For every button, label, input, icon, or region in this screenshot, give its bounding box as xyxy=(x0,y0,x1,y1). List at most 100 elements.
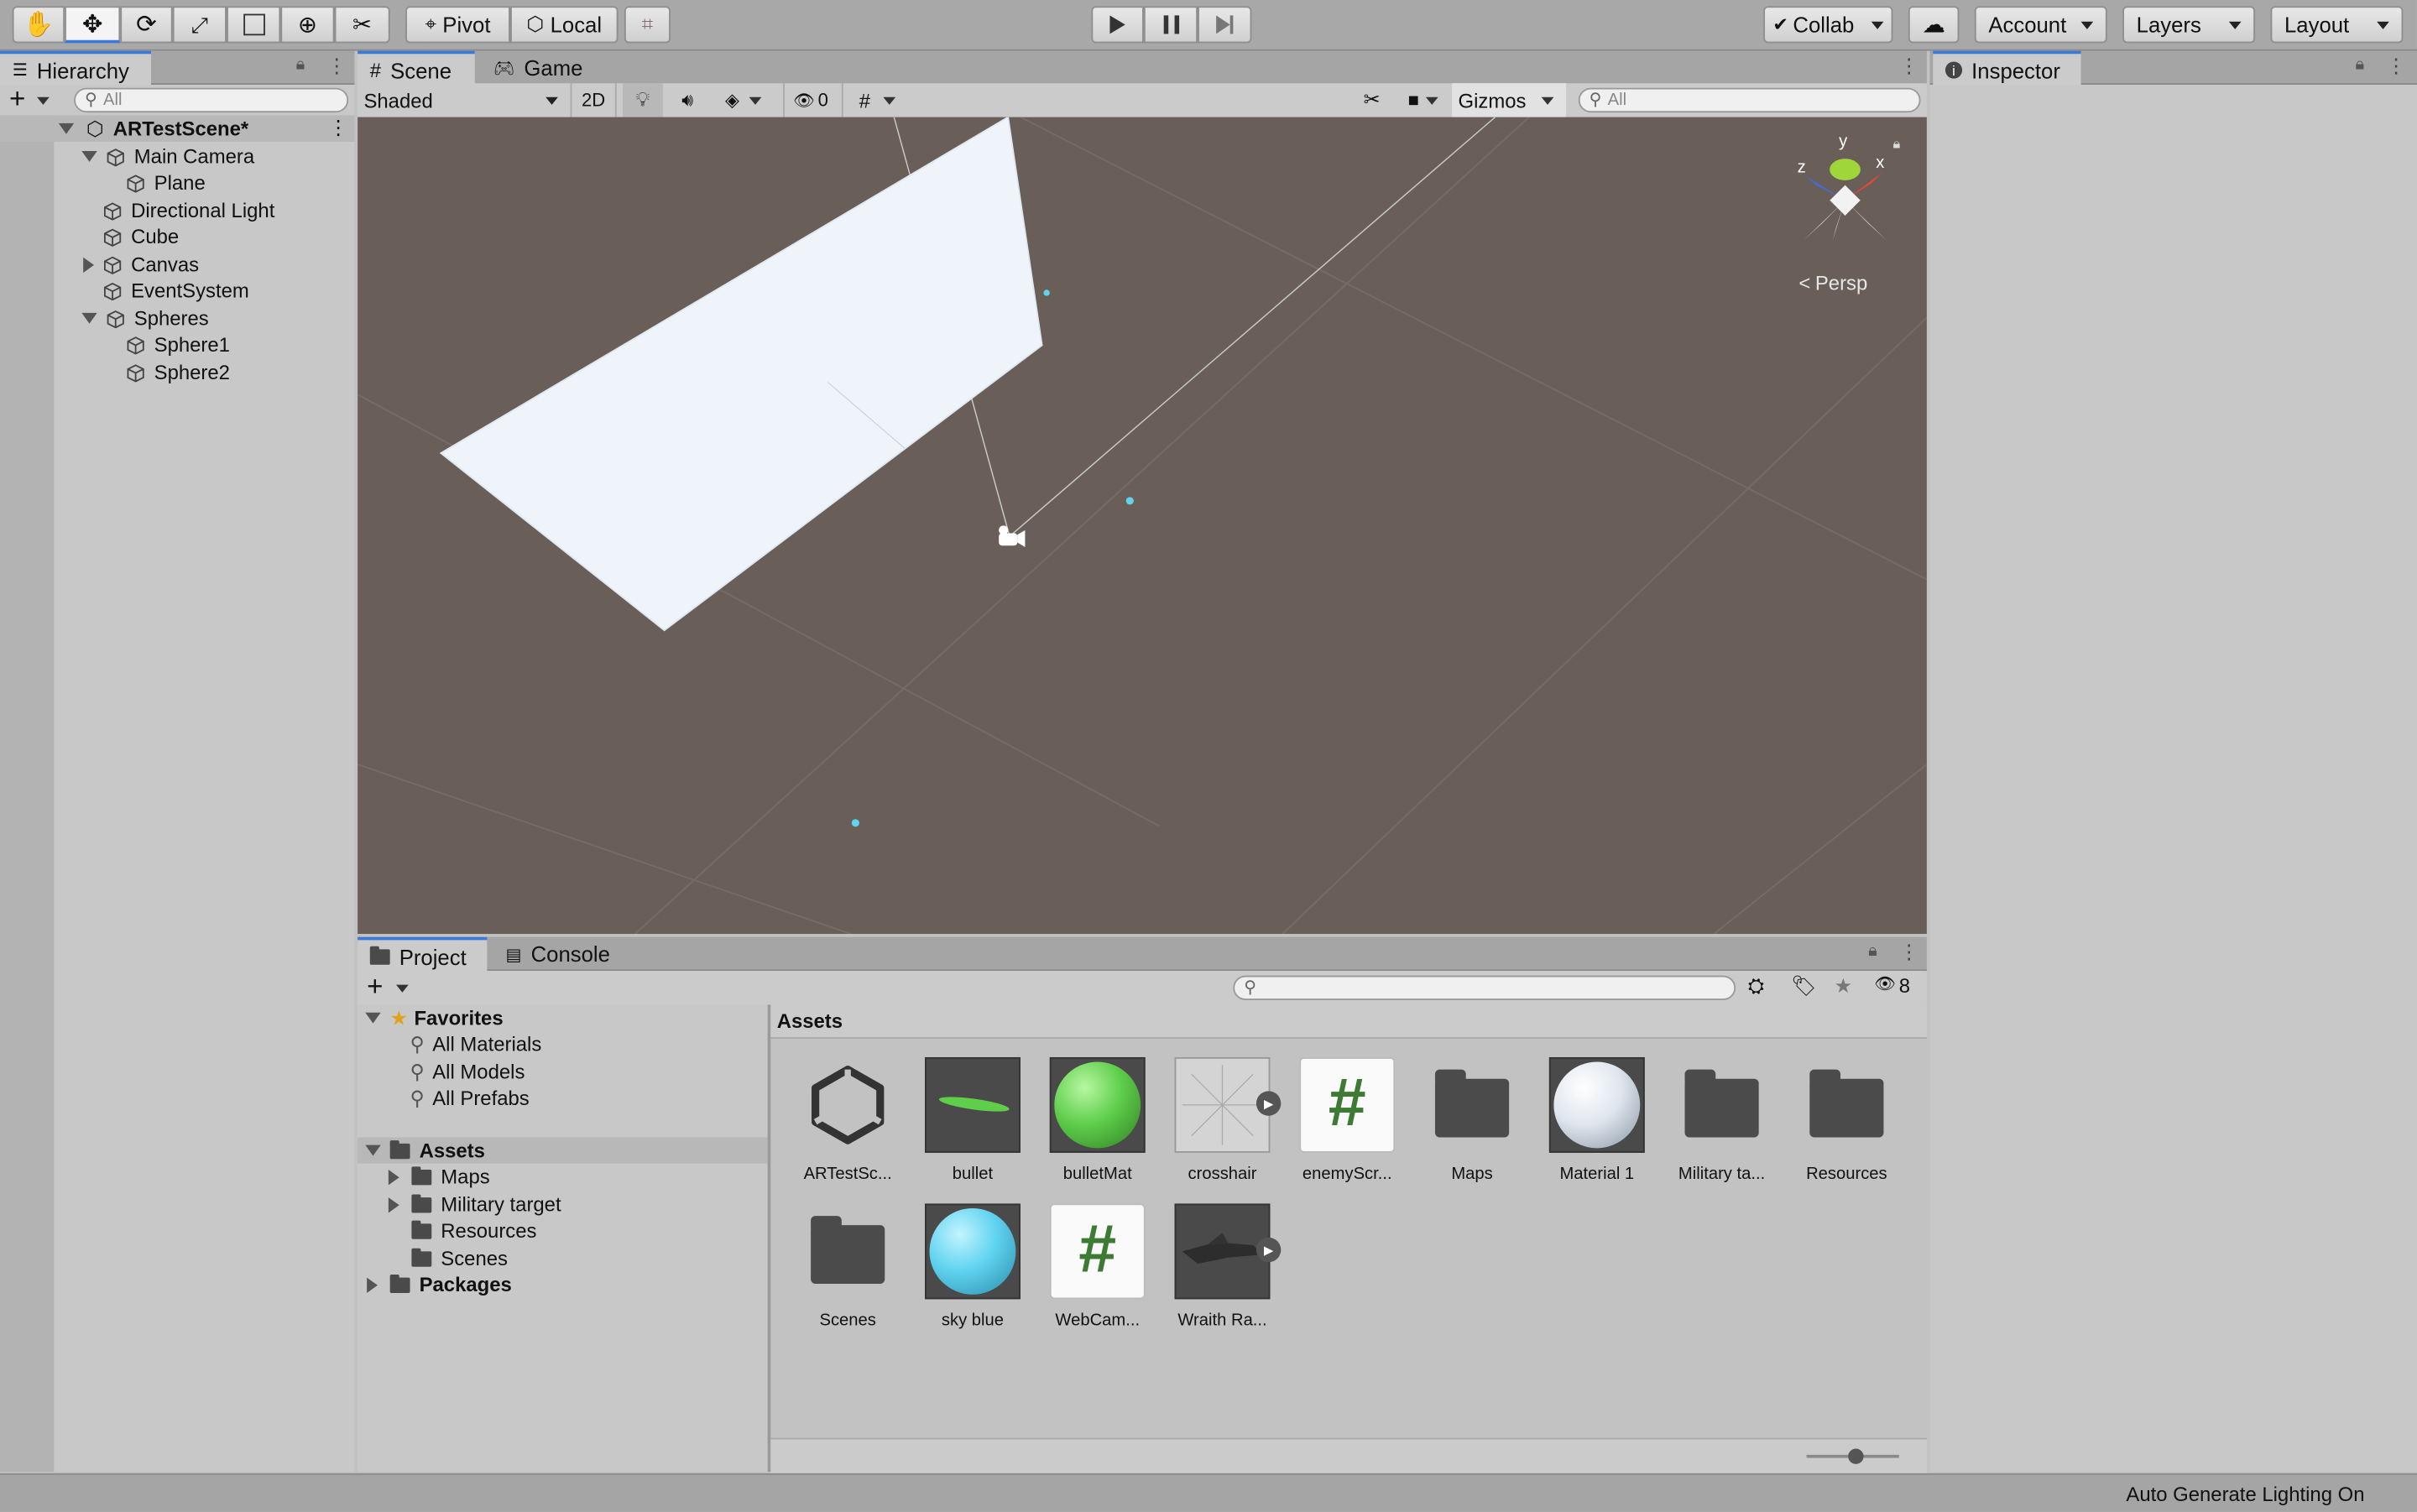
tools-toggle[interactable]: ✂ xyxy=(1354,83,1391,117)
tab-hierarchy[interactable]: ☰ Hierarchy xyxy=(0,50,151,86)
camera-settings-dropdown[interactable]: ■ xyxy=(1396,83,1449,117)
tab-console[interactable]: ▤ Console xyxy=(493,937,623,971)
step-button[interactable] xyxy=(1198,6,1252,44)
assets-root-row[interactable]: Assets xyxy=(358,1137,768,1164)
rect-tool-button[interactable] xyxy=(226,6,281,44)
asset-folder-resources[interactable]: Resources xyxy=(1785,1057,1908,1184)
favorite-all-models[interactable]: ⚲ All Models xyxy=(410,1059,525,1085)
gizmo-lock-icon[interactable]: 🔒︎ xyxy=(1892,136,1900,153)
local-toggle[interactable]: ⬡ Local xyxy=(509,6,619,44)
hierarchy-item-canvas[interactable]: Canvas xyxy=(0,251,199,277)
layers-dropdown[interactable]: Layers xyxy=(2122,6,2256,44)
mode-2d-toggle[interactable]: 2D xyxy=(570,83,617,117)
scene-row[interactable]: ⬡ ARTestScene* ⋮ xyxy=(0,115,355,142)
hierarchy-item-directional-light[interactable]: Directional Light xyxy=(0,197,274,223)
asset-artestscene[interactable]: ARTestSc... xyxy=(786,1057,910,1184)
asset-webcam-script[interactable]: # WebCam... xyxy=(1036,1203,1159,1330)
asset-bullet[interactable]: bullet xyxy=(911,1056,1034,1184)
expand-arrow-icon[interactable] xyxy=(58,123,75,134)
scale-tool-button[interactable]: ⤢ xyxy=(172,6,227,44)
effects-toggle[interactable]: ◈ xyxy=(713,83,774,117)
favorites-row[interactable]: ★ Favorites xyxy=(358,1005,768,1031)
play-preview-icon[interactable]: ▶ xyxy=(1255,1237,1282,1263)
more-menu-icon[interactable]: ⋮ xyxy=(1899,940,1919,964)
grid-toggle[interactable]: # xyxy=(841,83,911,117)
custom-tool-button[interactable]: ✂ xyxy=(334,6,390,44)
tab-game[interactable]: 🎮︎ Game xyxy=(481,51,604,85)
pause-button[interactable] xyxy=(1143,6,1198,44)
cloud-button[interactable]: ☁ xyxy=(1908,6,1960,44)
slider-thumb[interactable] xyxy=(1848,1448,1864,1464)
collapse-arrow-icon[interactable] xyxy=(83,256,95,273)
pivot-toggle[interactable]: ⌖ Pivot xyxy=(405,6,510,44)
lock-icon[interactable]: 🔒︎ xyxy=(2355,55,2364,76)
tree-folder-scenes[interactable]: Scenes xyxy=(411,1245,508,1271)
expand-arrow-icon[interactable] xyxy=(81,150,97,162)
favorite-all-prefabs[interactable]: ⚲ All Prefabs xyxy=(410,1085,530,1111)
add-dropdown-icon[interactable] xyxy=(37,96,50,105)
collapse-arrow-icon[interactable] xyxy=(388,1197,399,1212)
tab-project[interactable]: Project xyxy=(358,936,488,972)
more-menu-icon[interactable]: ⋮ xyxy=(326,54,347,78)
more-menu-icon[interactable]: ⋮ xyxy=(1899,54,1919,78)
asset-folder-maps[interactable]: Maps xyxy=(1411,1057,1534,1184)
hierarchy-item-cube[interactable]: Cube xyxy=(0,223,179,249)
hierarchy-search-input[interactable]: All xyxy=(74,87,349,113)
rotate-tool-button[interactable]: ⟳ xyxy=(120,6,173,44)
snap-button[interactable]: ⌗ xyxy=(624,6,671,44)
asset-folder-scenes[interactable]: Scenes xyxy=(786,1203,910,1330)
hierarchy-item-sphere2[interactable]: Sphere2 xyxy=(0,359,230,385)
hierarchy-item-eventsystem[interactable]: EventSystem xyxy=(0,278,249,304)
projection-toggle[interactable]: < Persp xyxy=(1798,271,1867,295)
audio-toggle[interactable]: 🔊︎ xyxy=(669,83,706,117)
icon-size-slider[interactable] xyxy=(1806,1448,1899,1464)
play-preview-icon[interactable]: ▶ xyxy=(1255,1091,1282,1116)
tree-folder-military-target[interactable]: Military target xyxy=(388,1191,561,1217)
breadcrumb-assets[interactable]: Assets xyxy=(777,1009,843,1033)
layout-dropdown[interactable]: Layout xyxy=(2270,6,2404,44)
orientation-gizmo[interactable]: y z x xyxy=(1791,133,1899,277)
tab-inspector[interactable]: i Inspector xyxy=(1933,50,2081,86)
label-tag-icon[interactable]: 🏷︎ xyxy=(1791,974,1816,998)
hierarchy-item-spheres[interactable]: Spheres xyxy=(0,305,209,331)
favorite-star-icon[interactable]: ★ xyxy=(1835,974,1852,998)
scene-menu-icon[interactable]: ⋮ xyxy=(328,116,348,140)
asset-wraith-raider[interactable]: ▶ Wraith Ra... xyxy=(1161,1203,1284,1330)
hand-tool-button[interactable]: ✋ xyxy=(12,6,65,44)
status-text[interactable]: Auto Generate Lighting On xyxy=(2126,1483,2364,1506)
expand-arrow-icon[interactable] xyxy=(365,1144,381,1156)
asset-enemyscript[interactable]: # enemyScr... xyxy=(1286,1056,1409,1184)
filter-by-type-icon[interactable]: ⛭ xyxy=(1748,974,1764,998)
collapse-arrow-icon[interactable] xyxy=(388,1169,399,1185)
favorite-all-materials[interactable]: ⚲ All Materials xyxy=(410,1031,542,1057)
hidden-packages-toggle[interactable]: 👁︎ 8 xyxy=(1874,974,1910,998)
hidden-objects-toggle[interactable]: 👁︎ 0 xyxy=(783,83,837,117)
asset-bulletmat[interactable]: bulletMat xyxy=(1036,1056,1159,1184)
shading-mode-dropdown[interactable]: Shaded xyxy=(363,86,557,114)
play-button[interactable] xyxy=(1091,6,1144,44)
expand-arrow-icon[interactable] xyxy=(365,1012,381,1024)
packages-row[interactable]: Packages xyxy=(358,1271,512,1297)
transform-tool-button[interactable]: ⊕ xyxy=(280,6,335,44)
add-dropdown-icon[interactable] xyxy=(396,984,409,993)
hierarchy-item-plane[interactable]: Plane xyxy=(0,169,206,196)
gizmos-dropdown[interactable]: Gizmos xyxy=(1452,83,1567,117)
hierarchy-item-main-camera[interactable]: Main Camera xyxy=(0,143,254,169)
account-dropdown[interactable]: Account xyxy=(1974,6,2107,44)
hierarchy-item-sphere1[interactable]: Sphere1 xyxy=(0,331,230,357)
scene-search-input[interactable]: All xyxy=(1578,87,1921,113)
lighting-toggle[interactable]: 💡︎ xyxy=(623,83,663,117)
scene-viewport[interactable]: y z x 🔒︎ < Persp xyxy=(358,117,1927,935)
more-menu-icon[interactable]: ⋮ xyxy=(2386,54,2406,78)
project-search-input[interactable] xyxy=(1233,975,1736,1001)
tree-folder-resources[interactable]: Resources xyxy=(411,1217,536,1243)
tree-folder-maps[interactable]: Maps xyxy=(388,1164,490,1190)
lock-icon[interactable]: 🔒︎ xyxy=(296,55,305,76)
asset-folder-military-target[interactable]: Military ta... xyxy=(1660,1057,1783,1184)
asset-sky-blue[interactable]: sky blue xyxy=(911,1203,1034,1330)
asset-material-1[interactable]: Material 1 xyxy=(1535,1056,1658,1184)
lock-icon[interactable]: 🔒︎ xyxy=(1868,941,1877,962)
add-icon[interactable]: + xyxy=(9,83,25,116)
expand-arrow-icon[interactable] xyxy=(81,312,97,324)
asset-crosshair[interactable]: ▶ crosshair xyxy=(1161,1056,1284,1184)
